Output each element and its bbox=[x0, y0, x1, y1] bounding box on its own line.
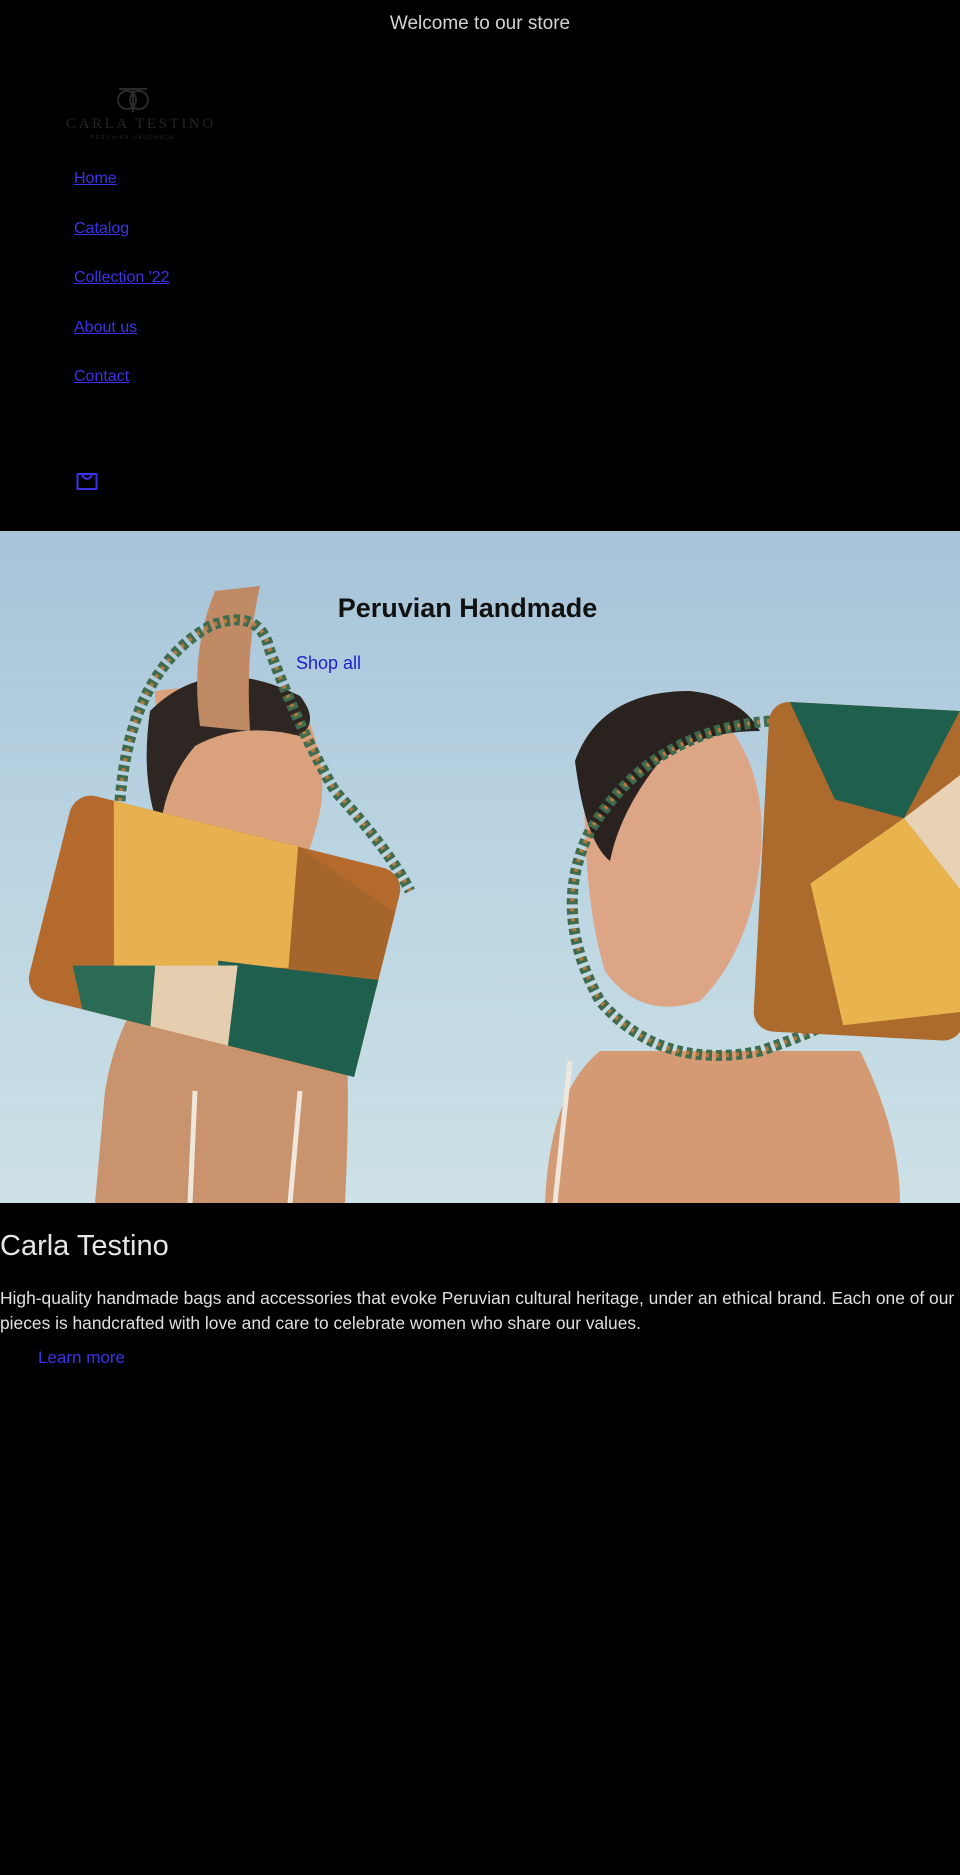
main-navigation: Home Catalog Collection '22 About us Con… bbox=[74, 164, 170, 412]
announcement-bar: Welcome to our store bbox=[0, 0, 960, 48]
nav-item-collection[interactable]: Collection '22 bbox=[74, 263, 170, 293]
about-description: High-quality handmade bags and accessori… bbox=[0, 1288, 955, 1333]
nav-item-home[interactable]: Home bbox=[74, 164, 117, 194]
hero-title: Peruvian Handmade bbox=[337, 593, 598, 623]
brand-tagline: PERUVIAN HANDMADE bbox=[90, 135, 176, 141]
about-title: Carla Testino bbox=[0, 1230, 169, 1262]
cart-button[interactable] bbox=[74, 466, 100, 492]
bag-icon bbox=[76, 473, 98, 490]
hero-image bbox=[28, 586, 960, 1203]
nav-item-catalog[interactable]: Catalog bbox=[74, 214, 129, 244]
logo-monogram-icon bbox=[117, 88, 149, 112]
shop-all-button[interactable]: Shop all bbox=[296, 653, 361, 674]
learn-more-link[interactable]: Learn more bbox=[38, 1348, 125, 1368]
about-section: Carla Testino High-quality handmade bags… bbox=[0, 1220, 960, 1368]
announcement-text: Welcome to our store bbox=[389, 13, 571, 34]
nav-item-contact[interactable]: Contact bbox=[74, 362, 129, 392]
brand-logo[interactable]: CARLA TESTINO PERUVIAN HANDMADE bbox=[66, 86, 216, 141]
hero-banner: Peruvian Handmade Shop all bbox=[0, 531, 960, 1203]
nav-item-about[interactable]: About us bbox=[74, 313, 137, 343]
brand-name: CARLA TESTINO bbox=[66, 116, 216, 132]
